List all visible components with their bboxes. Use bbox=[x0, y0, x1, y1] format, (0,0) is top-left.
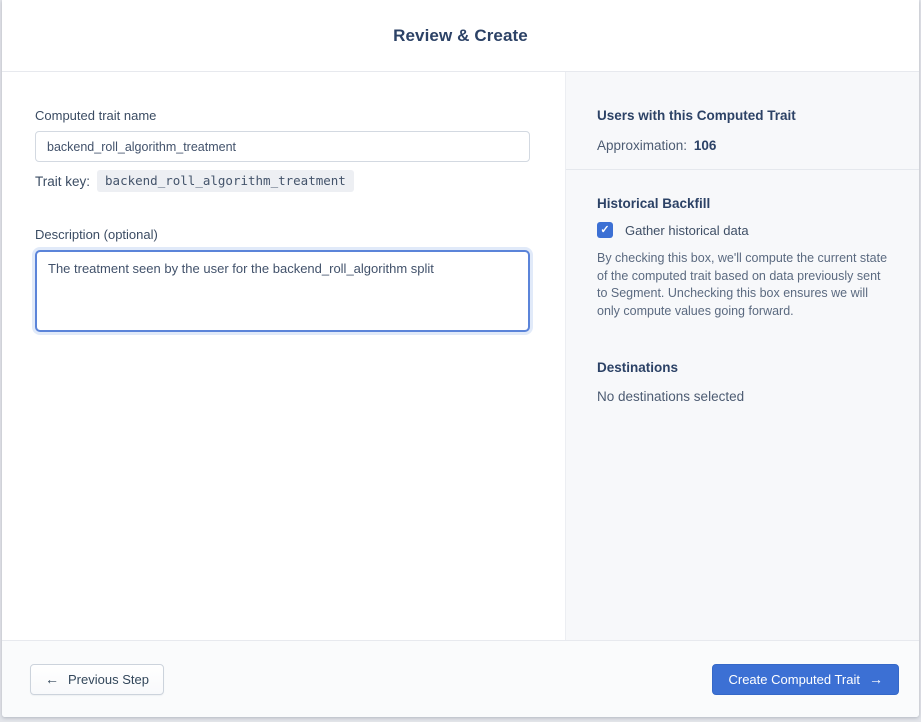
page-title: Review & Create bbox=[393, 25, 528, 45]
review-create-modal: Review & Create Computed trait name Trai… bbox=[2, 0, 919, 717]
approximation-label: Approximation: bbox=[597, 138, 688, 153]
back-arrow-icon: ← bbox=[45, 671, 59, 687]
approximation-value: 106 bbox=[693, 138, 717, 153]
summary-pane: Users with this Computed Trait Approxima… bbox=[565, 72, 919, 640]
summary-divider bbox=[566, 169, 919, 170]
trait-name-input[interactable] bbox=[35, 131, 530, 162]
destinations-heading: Destinations bbox=[597, 360, 679, 375]
previous-step-label: Previous Step bbox=[68, 671, 149, 687]
backfill-checkbox[interactable]: ✓ bbox=[597, 222, 613, 238]
approximation-row: Approximation: 106 bbox=[597, 138, 888, 153]
modal-footer: ← Previous Step Create Computed Trait → bbox=[2, 640, 919, 717]
previous-step-button[interactable]: ← Previous Step bbox=[30, 663, 164, 695]
description-textarea[interactable]: The treatment seen by the user for the b… bbox=[35, 250, 530, 332]
modal-body: Computed trait name Trait key: backend_r… bbox=[2, 72, 919, 640]
create-computed-trait-button[interactable]: Create Computed Trait → bbox=[712, 663, 899, 695]
trait-form-pane: Computed trait name Trait key: backend_r… bbox=[2, 72, 565, 640]
forward-arrow-icon: → bbox=[869, 671, 883, 687]
destinations-empty-text: No destinations selected bbox=[597, 389, 745, 404]
backfill-checkbox-row[interactable]: ✓ Gather historical data bbox=[597, 222, 888, 238]
backfill-description: By checking this box, we'll compute the … bbox=[597, 251, 888, 318]
users-heading: Users with this Computed Trait bbox=[597, 108, 796, 123]
description-label: Description (optional) bbox=[35, 227, 158, 242]
backfill-checkbox-label: Gather historical data bbox=[625, 222, 749, 238]
trait-key-label: Trait key: bbox=[35, 173, 91, 189]
modal-header: Review & Create bbox=[2, 0, 919, 72]
create-trait-label: Create Computed Trait bbox=[728, 671, 860, 687]
backfill-heading: Historical Backfill bbox=[597, 196, 711, 211]
checkmark-icon: ✓ bbox=[600, 223, 610, 236]
trait-name-label: Computed trait name bbox=[35, 108, 157, 123]
trait-key-row: Trait key: backend_roll_algorithm_treatm… bbox=[35, 170, 532, 192]
description-block: Description (optional) The treatment see… bbox=[35, 227, 532, 337]
trait-key-value-badge: backend_roll_algorithm_treatment bbox=[97, 170, 354, 192]
